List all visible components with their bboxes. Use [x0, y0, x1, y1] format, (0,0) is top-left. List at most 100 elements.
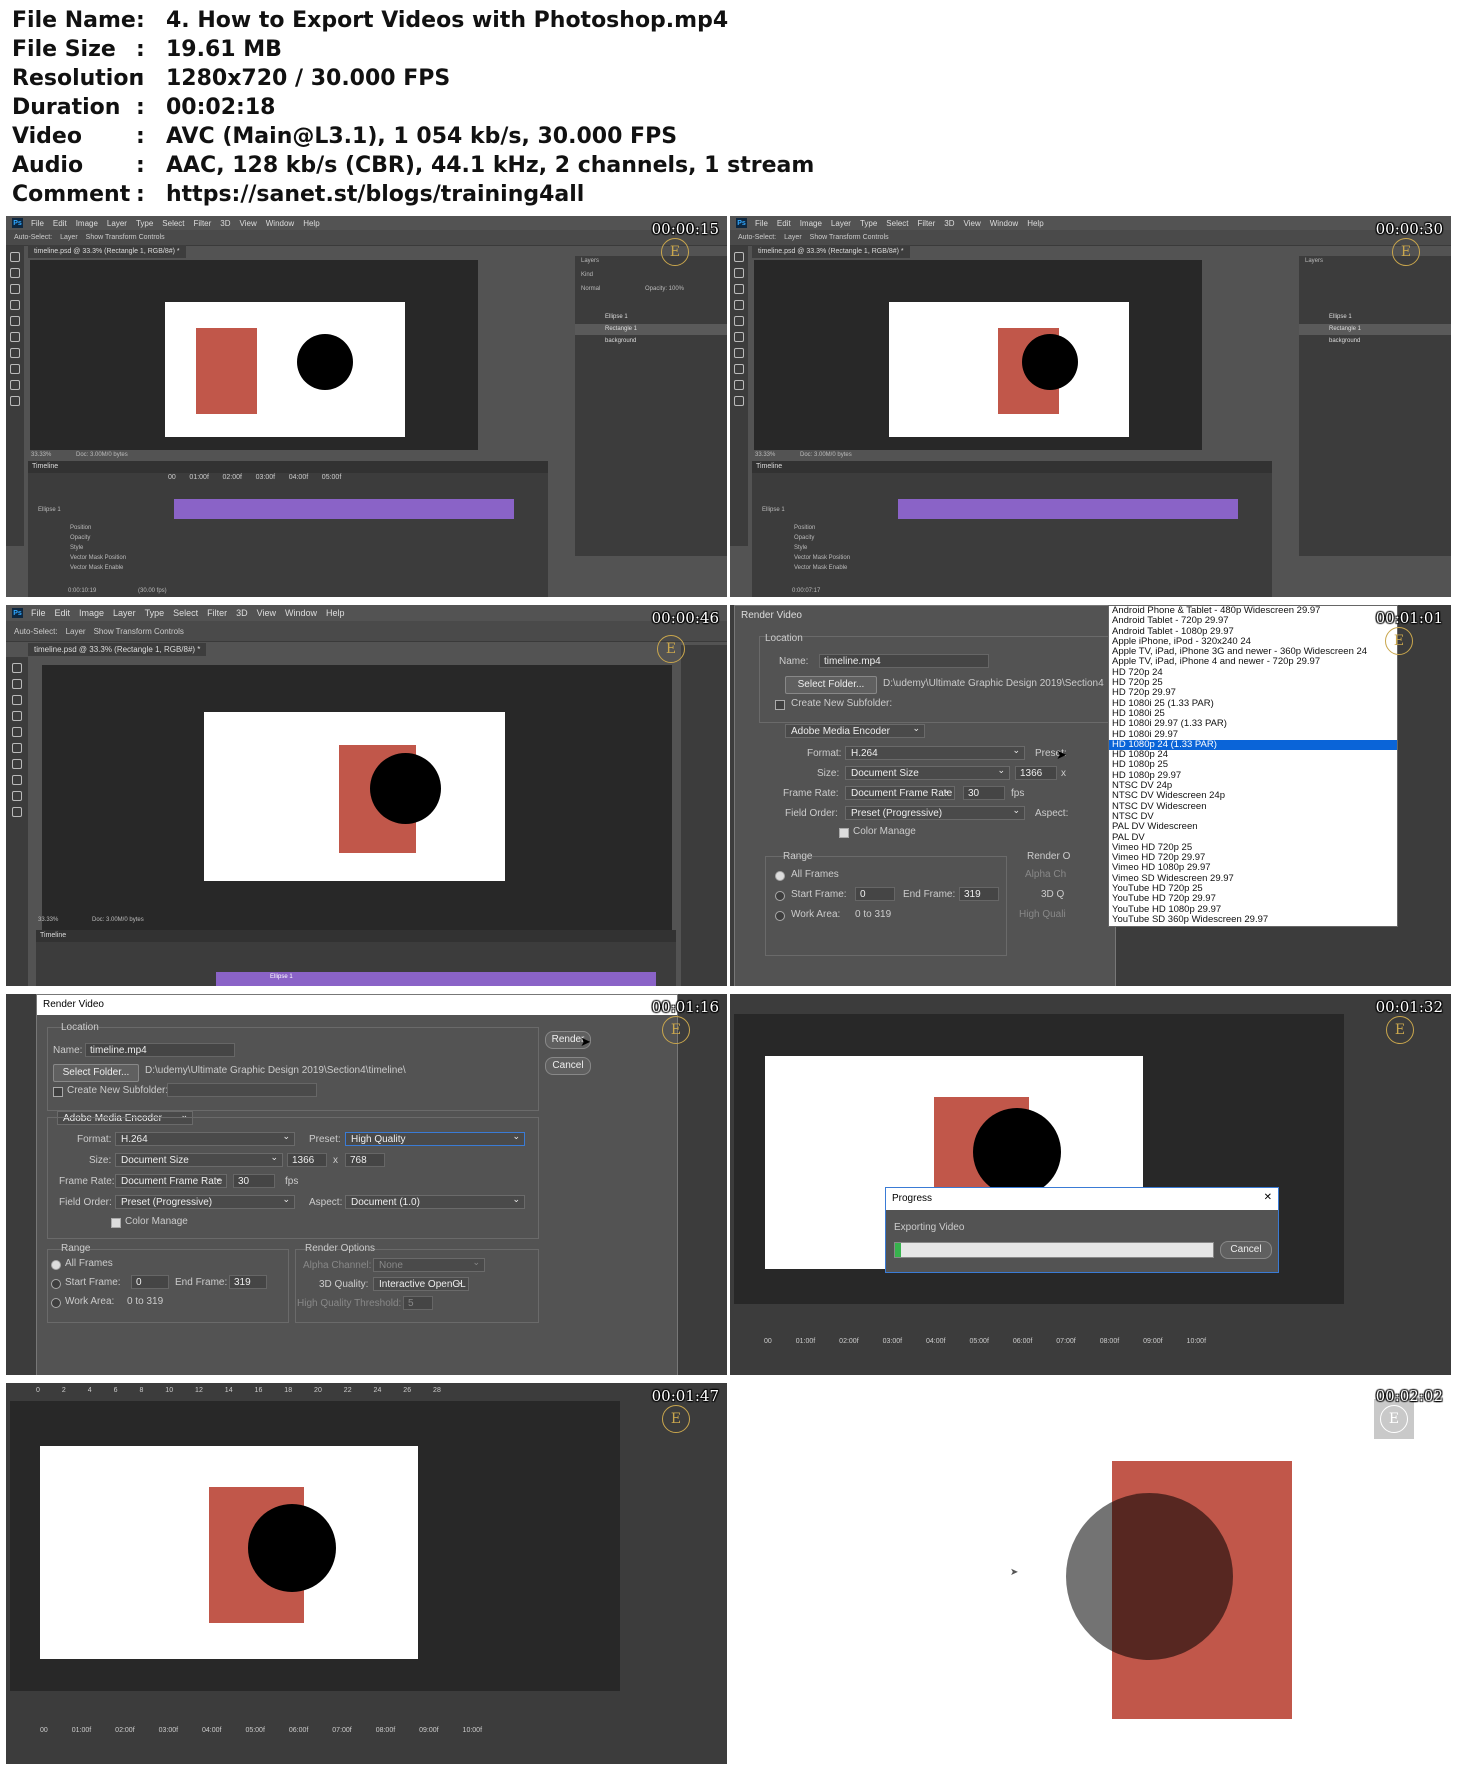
layer-row-rectangle[interactable]: Rectangle 1	[575, 324, 727, 335]
shape-tool-icon[interactable]	[12, 791, 22, 801]
opacity-field[interactable]: Opacity: 100%	[645, 286, 684, 292]
progress-cancel-button[interactable]: Cancel	[1220, 1241, 1272, 1259]
shape-tool-icon[interactable]	[10, 380, 20, 390]
menu-select[interactable]: Select	[173, 608, 198, 618]
color-manage-checkbox[interactable]	[839, 828, 849, 838]
lasso-tool-icon[interactable]	[734, 284, 744, 294]
menu-type[interactable]: Type	[136, 219, 153, 228]
document-tab[interactable]: timeline.psd @ 33.3% (Rectangle 1, RGB/8…	[28, 245, 186, 258]
crop-tool-icon[interactable]	[12, 711, 22, 721]
menu-edit[interactable]: Edit	[55, 608, 71, 618]
preset-option[interactable]: PAL DV Widescreen	[1109, 821, 1397, 832]
auto-select-label[interactable]: Auto-Select:	[14, 234, 52, 241]
frame-rate-select[interactable]: Document Frame Rate	[115, 1174, 227, 1188]
transform-controls-label[interactable]: Show Transform Controls	[86, 234, 165, 241]
auto-select-dropdown[interactable]: Layer	[784, 234, 802, 241]
move-tool-icon[interactable]	[10, 252, 20, 262]
color-manage-checkbox[interactable]	[111, 1218, 121, 1228]
menu-edit[interactable]: Edit	[53, 219, 67, 228]
create-subfolder-checkbox[interactable]	[775, 700, 785, 710]
menu-image[interactable]: Image	[76, 219, 98, 228]
end-frame-input[interactable]: 319	[959, 887, 999, 901]
layer-kind-filter[interactable]: Kind	[581, 272, 593, 278]
name-input[interactable]: timeline.mp4	[819, 654, 989, 668]
create-subfolder-checkbox[interactable]	[53, 1087, 63, 1097]
layer-row-background[interactable]: background	[575, 336, 727, 347]
format-select[interactable]: H.264	[115, 1132, 295, 1146]
menu-help[interactable]: Help	[1027, 219, 1043, 228]
start-frame-radio[interactable]	[775, 891, 785, 901]
menu-3d[interactable]: 3D	[944, 219, 954, 228]
menu-3d[interactable]: 3D	[236, 608, 248, 618]
auto-select-label[interactable]: Auto-Select:	[14, 627, 58, 636]
all-frames-radio[interactable]	[51, 1260, 61, 1270]
work-area-radio[interactable]	[51, 1298, 61, 1308]
move-tool-icon[interactable]	[734, 252, 744, 262]
progress-close-icon[interactable]: ✕	[1264, 1192, 1272, 1203]
menu-window[interactable]: Window	[285, 608, 317, 618]
menu-layer[interactable]: Layer	[107, 219, 127, 228]
marquee-tool-icon[interactable]	[12, 679, 22, 689]
crop-tool-icon[interactable]	[734, 300, 744, 310]
lasso-tool-icon[interactable]	[10, 284, 20, 294]
fps-input[interactable]: 30	[233, 1174, 275, 1188]
layer-row-rectangle[interactable]: Rectangle 1	[1299, 324, 1451, 335]
eraser-tool-icon[interactable]	[10, 332, 20, 342]
field-order-select[interactable]: Preset (Progressive)	[115, 1195, 295, 1209]
encoder-select[interactable]: Adobe Media Encoder	[785, 724, 925, 738]
blend-mode[interactable]: Normal	[581, 286, 600, 292]
pen-tool-icon[interactable]	[12, 759, 22, 769]
layer-row-ellipse[interactable]: Ellipse 1	[1299, 312, 1451, 323]
start-frame-radio[interactable]	[51, 1279, 61, 1289]
cancel-button[interactable]: Cancel	[545, 1057, 591, 1075]
lasso-tool-icon[interactable]	[12, 695, 22, 705]
layer-row-ellipse[interactable]: Ellipse 1	[575, 312, 727, 323]
menu-view[interactable]: View	[964, 219, 981, 228]
menu-file[interactable]: File	[31, 219, 44, 228]
fps-input[interactable]: 30	[963, 786, 1005, 800]
auto-select-dropdown[interactable]: Layer	[60, 234, 78, 241]
marquee-tool-icon[interactable]	[734, 268, 744, 278]
name-input[interactable]: timeline.mp4	[85, 1043, 235, 1057]
select-folder-button[interactable]: Select Folder...	[53, 1064, 139, 1082]
aspect-select[interactable]: Document (1.0)	[345, 1195, 525, 1209]
transform-controls-label[interactable]: Show Transform Controls	[94, 627, 184, 636]
alpha-channel-select[interactable]: None	[373, 1258, 485, 1272]
frame-rate-select[interactable]: Document Frame Rate	[845, 786, 955, 800]
menu-image[interactable]: Image	[79, 608, 104, 618]
menu-layer[interactable]: Layer	[113, 608, 136, 618]
subfolder-input[interactable]	[167, 1083, 317, 1097]
size-select[interactable]: Document Size	[115, 1153, 283, 1167]
menu-filter[interactable]: Filter	[207, 608, 227, 618]
auto-select-dropdown[interactable]: Layer	[66, 627, 86, 636]
width-input[interactable]: 1366	[1015, 766, 1057, 780]
type-tool-icon[interactable]	[12, 775, 22, 785]
auto-select-label[interactable]: Auto-Select:	[738, 234, 776, 241]
size-select[interactable]: Document Size	[845, 766, 1010, 780]
format-select[interactable]: H.264	[845, 746, 1025, 760]
type-tool-icon[interactable]	[734, 364, 744, 374]
hq-threshold-input[interactable]: 5	[403, 1296, 433, 1310]
work-area-radio[interactable]	[775, 911, 785, 921]
menu-help[interactable]: Help	[303, 219, 319, 228]
menu-select[interactable]: Select	[162, 219, 184, 228]
3d-quality-select[interactable]: Interactive OpenGL	[373, 1277, 469, 1291]
zoom-tool-icon[interactable]	[10, 396, 20, 406]
field-order-select[interactable]: Preset (Progressive)	[845, 806, 1025, 820]
menu-filter[interactable]: Filter	[194, 219, 212, 228]
start-frame-input[interactable]: 0	[855, 887, 895, 901]
brush-tool-icon[interactable]	[10, 316, 20, 326]
menu-type[interactable]: Type	[145, 608, 165, 618]
timeline-clip[interactable]	[898, 499, 1238, 519]
marquee-tool-icon[interactable]	[10, 268, 20, 278]
timeline-clip[interactable]	[174, 499, 514, 519]
select-folder-button[interactable]: Select Folder...	[785, 676, 877, 694]
menu-filter[interactable]: Filter	[918, 219, 936, 228]
preset-option[interactable]: YouTube SD 360p Widescreen 29.97	[1109, 914, 1397, 925]
brush-tool-icon[interactable]	[12, 727, 22, 737]
height-input[interactable]: 768	[345, 1153, 385, 1167]
menu-edit[interactable]: Edit	[777, 219, 791, 228]
transform-controls-label[interactable]: Show Transform Controls	[810, 234, 889, 241]
brush-tool-icon[interactable]	[734, 316, 744, 326]
pen-tool-icon[interactable]	[734, 348, 744, 358]
